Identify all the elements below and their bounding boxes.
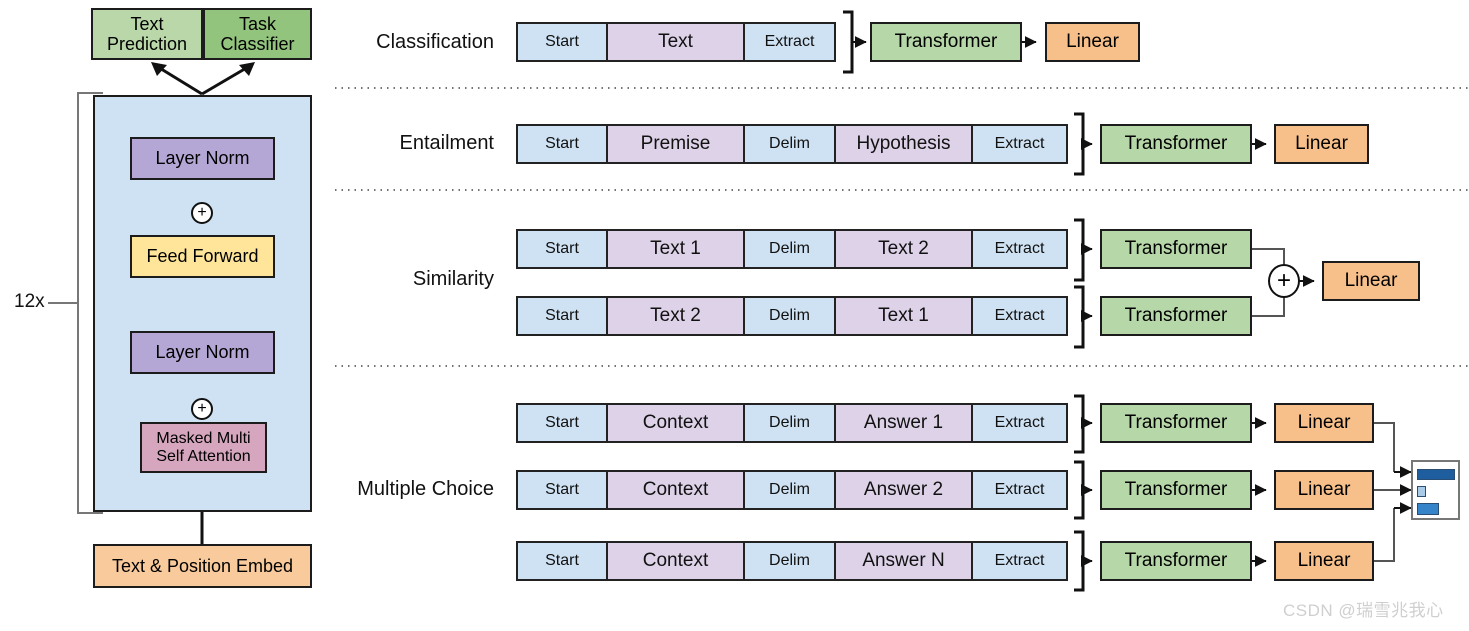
layer-norm-top[interactable]: Layer Norm: [130, 137, 275, 180]
task-label-entailment: Entailment: [399, 132, 495, 154]
linear-head[interactable]: Linear: [1274, 403, 1374, 443]
token-cell[interactable]: Text 2: [606, 296, 745, 336]
token-cell[interactable]: Start: [516, 296, 608, 336]
layer-norm-bottom[interactable]: Layer Norm: [130, 331, 275, 374]
token-cell[interactable]: Start: [516, 403, 608, 443]
masked-multi-self-attention[interactable]: Masked Multi Self Attention: [140, 422, 267, 473]
token-cell[interactable]: Text: [606, 22, 745, 62]
token-cell[interactable]: Extract: [971, 296, 1068, 336]
text-prediction-head[interactable]: Text Prediction: [91, 8, 203, 60]
transformer-block[interactable]: Transformer: [1100, 470, 1252, 510]
transformer-block[interactable]: Transformer: [1100, 541, 1252, 581]
token-cell[interactable]: Extract: [743, 22, 836, 62]
token-cell[interactable]: Hypothesis: [834, 124, 973, 164]
token-cell[interactable]: Extract: [971, 470, 1068, 510]
transformer-block[interactable]: Transformer: [870, 22, 1022, 62]
token-cell[interactable]: Answer 1: [834, 403, 973, 443]
softmax-output-chart: [1411, 460, 1460, 520]
transformer-block-2[interactable]: Transformer: [1100, 296, 1252, 336]
token-cell[interactable]: Delim: [743, 470, 836, 510]
softmax-bar-1: [1417, 469, 1455, 480]
softmax-bar-3: [1417, 503, 1439, 515]
repeat-count-label: 12x: [14, 291, 45, 312]
figure-root: 12x Text Prediction Task Classifier Laye…: [0, 0, 1469, 631]
token-cell[interactable]: Delim: [743, 296, 836, 336]
token-cell[interactable]: Start: [516, 470, 608, 510]
residual-add-top: +: [191, 202, 213, 224]
token-cell[interactable]: Text 1: [606, 229, 745, 269]
transformer-block[interactable]: Transformer: [1100, 403, 1252, 443]
token-cell[interactable]: Premise: [606, 124, 745, 164]
token-cell[interactable]: Text 1: [834, 296, 973, 336]
text-position-embed[interactable]: Text & Position Embed: [93, 544, 312, 588]
transformer-block[interactable]: Transformer: [1100, 124, 1252, 164]
feed-forward[interactable]: Feed Forward: [130, 235, 275, 278]
token-cell[interactable]: Extract: [971, 403, 1068, 443]
linear-head[interactable]: Linear: [1045, 22, 1140, 62]
plus-icon: +: [197, 400, 207, 417]
token-cell[interactable]: Delim: [743, 541, 836, 581]
token-cell[interactable]: Start: [516, 229, 608, 269]
token-cell[interactable]: Delim: [743, 403, 836, 443]
token-cell[interactable]: Text 2: [834, 229, 973, 269]
csdn-watermark: CSDN @瑞雪兆我心: [1283, 601, 1444, 620]
linear-head[interactable]: Linear: [1322, 261, 1420, 301]
linear-head[interactable]: Linear: [1274, 470, 1374, 510]
token-cell[interactable]: Extract: [971, 124, 1068, 164]
token-cell[interactable]: Extract: [971, 541, 1068, 581]
softmax-bar-2: [1417, 486, 1426, 497]
token-cell[interactable]: Start: [516, 124, 608, 164]
transformer-block[interactable]: Transformer: [1100, 229, 1252, 269]
task-label-similarity: Similarity: [412, 268, 494, 290]
linear-head[interactable]: Linear: [1274, 541, 1374, 581]
task-label-classification: Classification: [376, 31, 494, 53]
token-cell[interactable]: Extract: [971, 229, 1068, 269]
task-label-multiple-choice: Multiple Choice: [357, 478, 494, 500]
token-cell[interactable]: Answer N: [834, 541, 973, 581]
token-cell[interactable]: Context: [606, 403, 745, 443]
plus-icon: +: [197, 204, 207, 221]
token-cell[interactable]: Context: [606, 470, 745, 510]
residual-add-bottom: +: [191, 398, 213, 420]
similarity-sum-node: +: [1268, 264, 1300, 298]
token-cell[interactable]: Delim: [743, 124, 836, 164]
token-cell[interactable]: Answer 2: [834, 470, 973, 510]
linear-head[interactable]: Linear: [1274, 124, 1369, 164]
token-cell[interactable]: Start: [516, 22, 608, 62]
plus-icon: +: [1276, 267, 1291, 294]
token-cell[interactable]: Start: [516, 541, 608, 581]
token-cell[interactable]: Delim: [743, 229, 836, 269]
token-cell[interactable]: Context: [606, 541, 745, 581]
